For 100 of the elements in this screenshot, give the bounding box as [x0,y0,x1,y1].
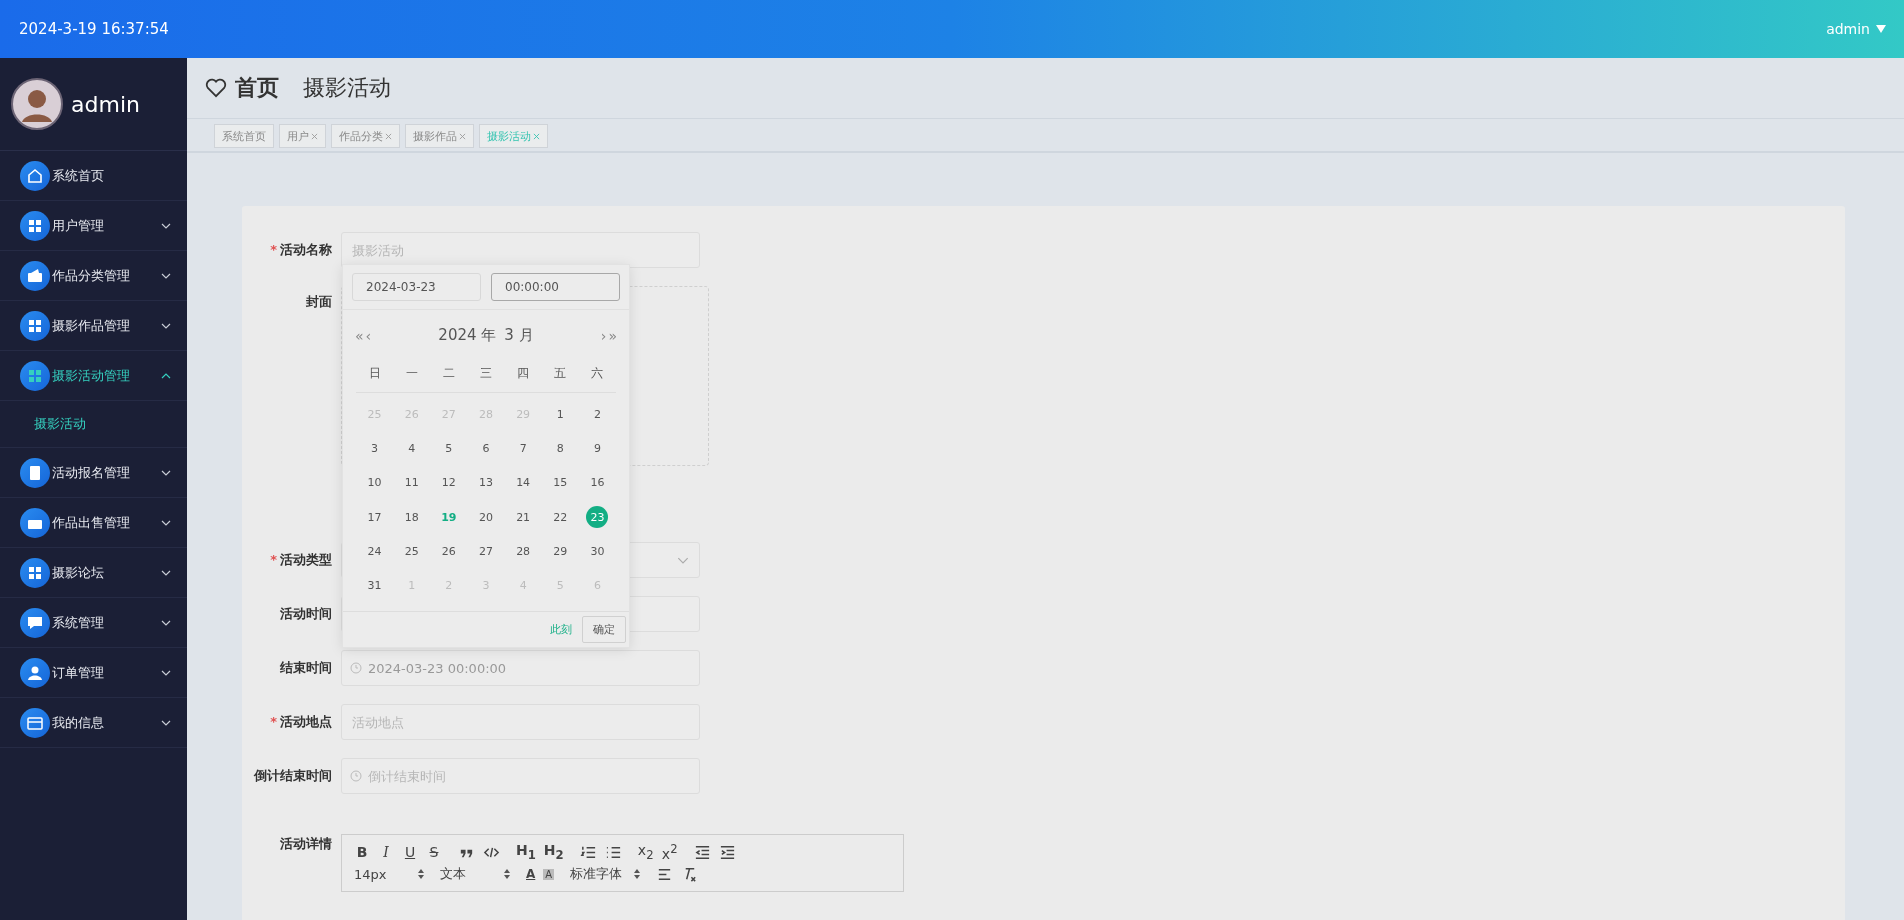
field-label: 活动时间 [280,606,332,621]
menu-item[interactable]: 摄影活动管理 [0,351,187,401]
datetime-text: 2024-3-19 16:37:54 [19,20,169,38]
menu-item[interactable]: 用户管理 [0,201,187,251]
calendar-day[interactable]: 27 [475,540,497,563]
calendar-day[interactable]: 6 [475,437,497,460]
calendar-day[interactable]: 1 [549,403,572,426]
breadcrumb-link[interactable]: 首页 [235,73,279,103]
calendar-day[interactable]: 9 [586,437,609,460]
calendar-day[interactable]: 25 [400,540,423,563]
underline-button[interactable]: U [402,844,418,860]
menu-item[interactable]: 我的信息 [0,698,187,748]
year-label[interactable]: 2024 年 [438,326,497,345]
heading-button[interactable]: H$_{1}$ [516,842,536,862]
field-label: 活动名称 [280,242,332,257]
field-label: 倒计结束时间 [254,768,332,783]
calendar-day[interactable]: 11 [400,471,423,494]
breadcrumb-current: 摄影活动 [303,74,391,102]
field-label: 活动地点 [280,714,332,729]
calendar-day[interactable]: 8 [549,437,572,460]
calendar-day[interactable]: 18 [400,506,423,529]
rich-text-editor[interactable]: B I U S H$_{1}$ H$_{2}$ x$_{2}$ x$^{2}$ 14px 文本 A A 标准字体 [341,834,904,892]
heart-icon [205,78,227,98]
calendar-day[interactable]: 10 [363,471,386,494]
field-label: 活动类型 [280,552,332,567]
home-icon [20,160,50,191]
calendar-day[interactable]: 2 [586,403,609,426]
required-mark: * [270,552,277,567]
avatar-icon [11,78,63,130]
strikethrough-button[interactable]: S [426,844,442,860]
weekday-label: 三 [479,365,493,382]
text-color-button[interactable]: A [526,867,536,881]
weekday-label: 一 [404,365,419,382]
calendar-day[interactable]: 13 [475,471,497,494]
calendar-day[interactable]: 17 [363,506,386,529]
calendar-day[interactable]: 21 [512,506,535,529]
wallet-icon [20,260,50,291]
background-color-button[interactable]: A [543,868,555,880]
field-label: 结束时间 [280,660,332,675]
calendar-day[interactable]: 4 [400,437,423,460]
calendar-day[interactable]: 22 [549,506,572,529]
calendar-day[interactable]: 5 [437,437,460,460]
sort-icon [504,869,510,879]
month-label[interactable]: 3 月 [504,326,534,345]
menu-item[interactable]: 系统首页 [0,151,187,201]
grid-icon [20,557,50,588]
font-size-dropdown[interactable]: 14px [354,866,424,882]
calendar-day[interactable]: 12 [437,471,460,494]
required-mark: * [270,714,277,729]
subscript-button[interactable]: x$_{2}$ [637,842,654,862]
calendar-day[interactable]: 15 [549,471,572,494]
font-family-dropdown[interactable]: 标准字体 [570,865,641,883]
chat-icon [20,607,50,638]
calendar-day[interactable]: 16 [586,471,609,494]
outdent-icon[interactable] [693,843,711,861]
bold-button[interactable]: B [354,844,370,860]
date-input[interactable]: 2024-03-23 [352,273,481,301]
submenu-item[interactable]: 摄影活动 [0,401,187,448]
menu-item[interactable]: 系统管理 [0,598,187,648]
field-label: 封面 [306,294,332,309]
calendar-day[interactable]: 3 [363,437,386,460]
calendar-day[interactable]: 31 [363,574,386,597]
weekday-label: 四 [516,365,531,382]
calendar-day[interactable]: 14 [512,471,535,494]
weekday-label: 日 [367,365,382,382]
italic-button[interactable]: I [378,844,394,860]
confirm-button[interactable]: 确定 [582,616,626,643]
calendar-day[interactable]: 26 [437,540,460,563]
menu-item[interactable]: 摄影论坛 [0,548,187,598]
field-label: 活动详情 [280,836,332,851]
superscript-button[interactable]: x$^{2}$ [661,842,678,862]
sort-icon [418,869,424,879]
menu-item[interactable]: 摄影作品管理 [0,301,187,351]
calendar-day[interactable]: 28 [512,540,535,563]
menu-item[interactable]: 作品出售管理 [0,498,187,548]
indent-icon[interactable] [718,843,736,861]
required-mark: * [270,242,277,257]
calendar-day[interactable]: 30 [586,540,609,563]
grid-icon [20,360,50,391]
sort-icon [634,869,641,879]
text-style-dropdown[interactable]: 文本 [440,865,510,883]
calendar-day[interactable]: 24 [363,540,386,563]
calendar-day[interactable]: 29 [549,540,572,563]
user-name: admin [71,91,140,117]
grid-icon [20,310,50,341]
menu-item[interactable]: 活动报名管理 [0,448,187,498]
time-input[interactable]: 00:00:00 [491,273,620,301]
menu-item[interactable]: 作品分类管理 [0,251,187,301]
caret-icon [1876,25,1886,33]
clock-icon [350,662,362,674]
calendar-day[interactable]: 20 [475,506,497,529]
heading-button[interactable]: H$_{2}$ [543,842,564,862]
chevron-down-icon [677,556,689,564]
weekday-label: 五 [553,365,568,382]
weekday-label: 六 [590,365,605,382]
calendar-day[interactable]: 7 [512,437,535,460]
user-icon [20,657,50,688]
grid-icon [20,210,50,241]
menu-item[interactable]: 订单管理 [0,648,187,698]
clock-icon [350,770,362,782]
